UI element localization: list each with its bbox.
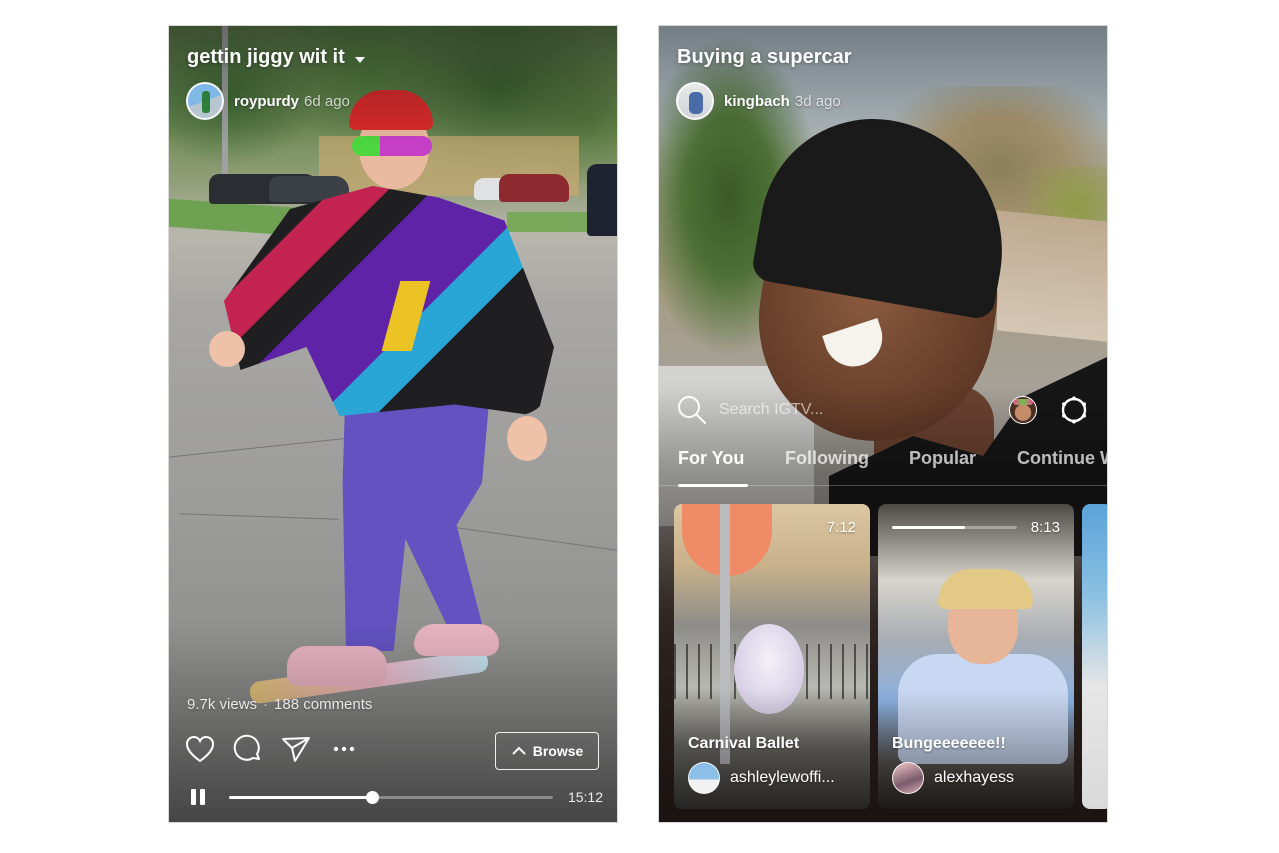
video-title-text: Buying a supercar — [677, 46, 852, 68]
blonde-hair — [938, 569, 1033, 609]
card-duration: 7:12 — [826, 519, 856, 536]
settings-gear-icon[interactable] — [1059, 395, 1089, 425]
comment-button[interactable] — [233, 734, 263, 764]
tab-continue-watching[interactable]: Continue Watching — [1017, 448, 1107, 469]
road-crack — [169, 435, 369, 458]
chevron-up-icon — [511, 746, 526, 755]
active-tab-indicator — [678, 484, 748, 487]
tab-following[interactable]: Following — [785, 448, 869, 469]
card-author[interactable]: alexhayess — [892, 762, 1014, 794]
video-title: Buying a supercar — [677, 46, 852, 69]
card-watch-progress-fill — [892, 526, 965, 529]
search-bar: Search IGTV... — [677, 394, 1089, 426]
avatar[interactable] — [892, 762, 924, 794]
comment-count[interactable]: 188 comments — [274, 696, 372, 713]
card-duration: 8:13 — [1030, 519, 1060, 536]
avatar[interactable] — [186, 82, 224, 120]
like-button[interactable] — [185, 734, 215, 764]
search-icon — [678, 396, 706, 424]
browse-label: Browse — [532, 743, 584, 759]
author-username[interactable]: kingbach — [724, 93, 790, 110]
card-author-username: alexhayess — [934, 769, 1015, 786]
tab-popular[interactable]: Popular — [909, 448, 976, 469]
avatar[interactable] — [688, 762, 720, 794]
view-count: 9.7k views — [187, 696, 258, 713]
comment-bubble-icon — [233, 734, 260, 761]
tab-for-you[interactable]: For You — [678, 448, 744, 469]
author-username[interactable]: roypurdy — [234, 93, 299, 110]
video-duration: 15:12 — [567, 789, 603, 805]
separator: · — [263, 696, 269, 713]
background-wall — [997, 210, 1107, 342]
card-watch-progress — [892, 526, 1017, 529]
skater-hand — [209, 331, 245, 367]
action-bar — [185, 734, 359, 764]
post-time: 3d ago — [794, 92, 841, 110]
video-card-partial[interactable] — [1082, 504, 1107, 809]
igtv-browse-screen: Buying a supercar kingbach 3d ago Search… — [658, 25, 1108, 823]
parked-car — [587, 164, 617, 236]
paper-plane-icon — [282, 737, 310, 762]
pause-icon-bar — [191, 789, 196, 805]
ellipsis-icon — [333, 746, 355, 752]
road-crack — [179, 513, 339, 520]
share-button[interactable] — [281, 734, 311, 764]
card-title: Carnival Ballet — [688, 735, 800, 752]
skater-hand — [507, 416, 547, 461]
parked-car — [499, 174, 569, 202]
card-author-username: ashleylewoffi... — [730, 769, 835, 786]
caret-down-icon — [354, 56, 365, 63]
video-card[interactable]: 8:13 Bungeeeeeee!! alexhayess — [878, 504, 1074, 809]
more-options-button[interactable] — [329, 734, 359, 764]
video-title-dropdown[interactable]: gettin jiggy wit it — [187, 46, 365, 69]
seek-handle[interactable] — [365, 790, 379, 804]
browse-button[interactable]: Browse — [495, 732, 599, 770]
card-author[interactable]: ashleylewoffi... — [688, 762, 835, 794]
seek-bar-progress — [229, 795, 372, 799]
playback-controls: 15:12 — [191, 786, 603, 808]
seek-bar[interactable] — [229, 790, 553, 804]
post-time: 6d ago — [304, 92, 350, 110]
card-title: Bungeeeeeee!! — [892, 735, 1006, 752]
profile-avatar-button[interactable] — [1009, 396, 1037, 424]
search-input[interactable]: Search IGTV... — [719, 401, 1009, 419]
video-card[interactable]: 7:12 Carnival Ballet ashleylewoffi... — [674, 504, 870, 809]
author-row[interactable]: roypurdy 6d ago — [186, 82, 350, 120]
avatar[interactable] — [676, 82, 714, 120]
pause-button[interactable] — [191, 786, 211, 808]
igtv-player-screen: gettin jiggy wit it roypurdy 6d ago 9.7k… — [168, 25, 618, 823]
pause-icon-bar — [200, 789, 205, 805]
video-stats: 9.7k views · 188 comments — [187, 696, 372, 713]
author-row[interactable]: kingbach 3d ago — [676, 82, 841, 120]
feed-tabs: For You Following Popular Continue Watch… — [659, 444, 1107, 487]
video-title: gettin jiggy wit it — [187, 46, 345, 68]
heart-icon — [185, 735, 215, 763]
